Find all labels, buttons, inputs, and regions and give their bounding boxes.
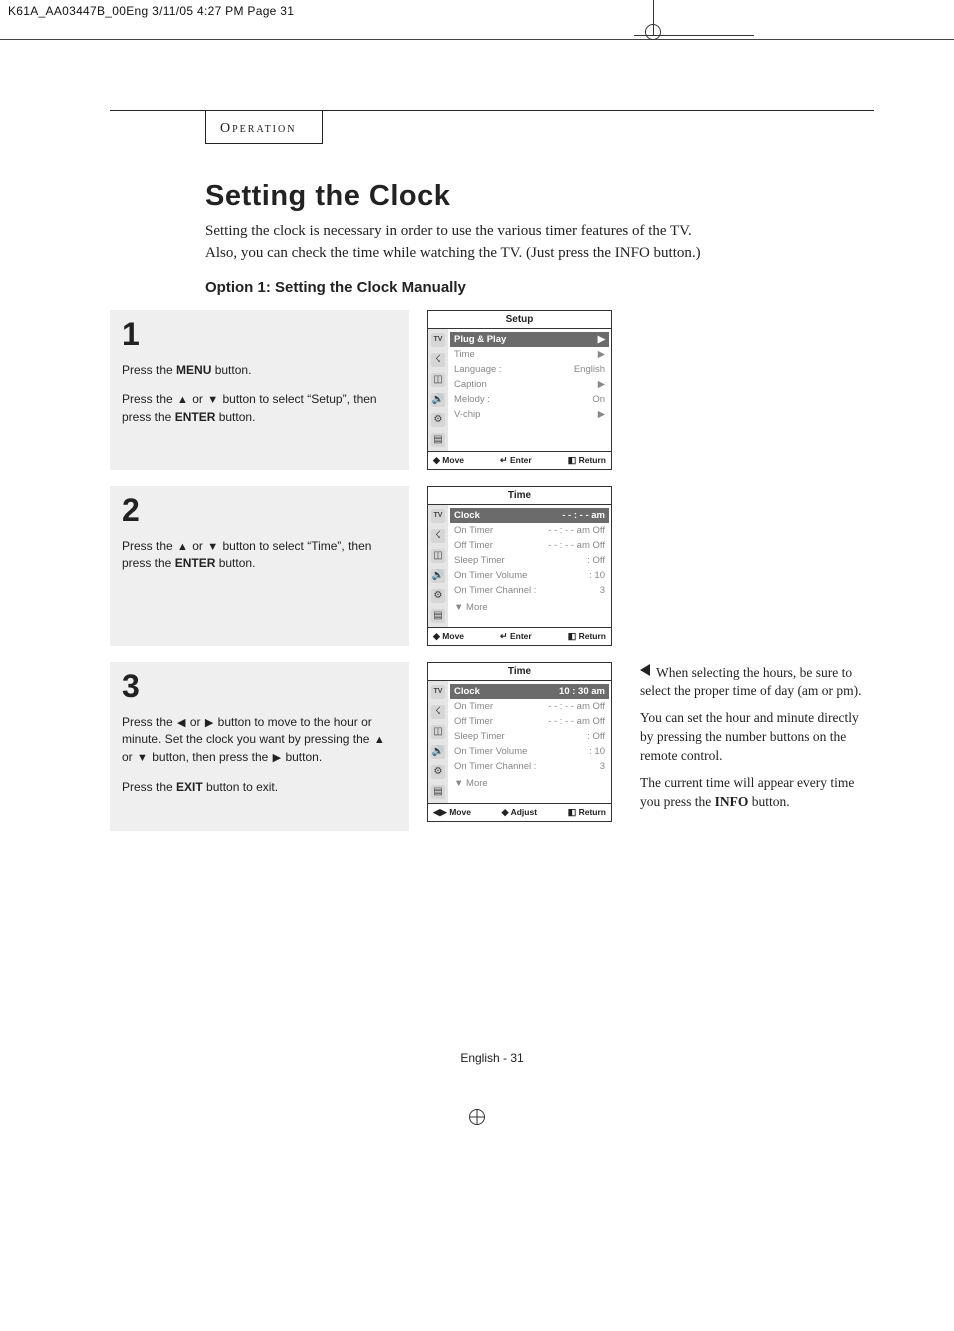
setup-icon: ⚙ [431, 589, 445, 603]
step-number: 3 [122, 670, 397, 702]
equalizer-icon: ▤ [431, 785, 445, 799]
setup-icon: ⚙ [431, 413, 445, 427]
step-text: Press the ▲ or ▼ button to select “Time”… [122, 538, 397, 573]
picture-icon: ◫ [431, 373, 445, 387]
osd-menu-time-set: Time TV ☇ ◫ 🔊 ⚙ ▤ Clock10 : 30 amOn Time… [427, 662, 612, 822]
tv-icon: TV [431, 509, 445, 523]
step-text: Press the ▲ or ▼ button to select “Setup… [122, 391, 397, 426]
osd-menu-time: Time TV ☇ ◫ 🔊 ⚙ ▤ Clock- - : - - amOn Ti… [427, 486, 612, 646]
left-arrow-icon [640, 664, 650, 676]
step-3: 3 Press the ◀ or ▶ button to move to the… [110, 662, 874, 831]
section-label: Operation [220, 121, 296, 136]
equalizer-icon: ▤ [431, 609, 445, 623]
osd-menu-setup: Setup TV ☇ ◫ 🔊 ⚙ ▤ Plug & Play▶Time▶Lang… [427, 310, 612, 470]
antenna-icon: ☇ [431, 353, 445, 367]
section-box: Operation [205, 111, 323, 144]
sound-icon: 🔊 [431, 393, 445, 407]
step-text: Press the ◀ or ▶ button to move to the h… [122, 714, 397, 768]
picture-icon: ◫ [431, 549, 445, 563]
page-content: Operation Setting the Clock Setting the … [0, 40, 954, 1105]
page-title: Setting the Clock [205, 180, 874, 213]
antenna-icon: ☇ [431, 705, 445, 719]
step-number: 2 [122, 494, 397, 526]
setup-icon: ⚙ [431, 765, 445, 779]
step-number: 1 [122, 318, 397, 350]
step-2: 2 Press the ▲ or ▼ button to select “Tim… [110, 486, 874, 646]
tv-icon: TV [431, 333, 445, 347]
registration-mark [469, 1109, 485, 1125]
equalizer-icon: ▤ [431, 433, 445, 447]
step-text: Press the MENU button. [122, 362, 397, 379]
picture-icon: ◫ [431, 725, 445, 739]
step-1: 1 Press the MENU button. Press the ▲ or … [110, 310, 874, 470]
note-column: When selecting the hours, be sure to sel… [630, 662, 874, 831]
step-text: Press the EXIT button to exit. [122, 779, 397, 796]
option-heading: Option 1: Setting the Clock Manually [205, 279, 874, 296]
page-footer: English - 31 [110, 1051, 874, 1065]
antenna-icon: ☇ [431, 529, 445, 543]
sound-icon: 🔊 [431, 745, 445, 759]
tv-icon: TV [431, 685, 445, 699]
sound-icon: 🔊 [431, 569, 445, 583]
lead-paragraph: Setting the clock is necessary in order … [205, 221, 834, 265]
file-tag: K61A_AA03447B_00Eng 3/11/05 4:27 PM Page… [0, 0, 954, 40]
